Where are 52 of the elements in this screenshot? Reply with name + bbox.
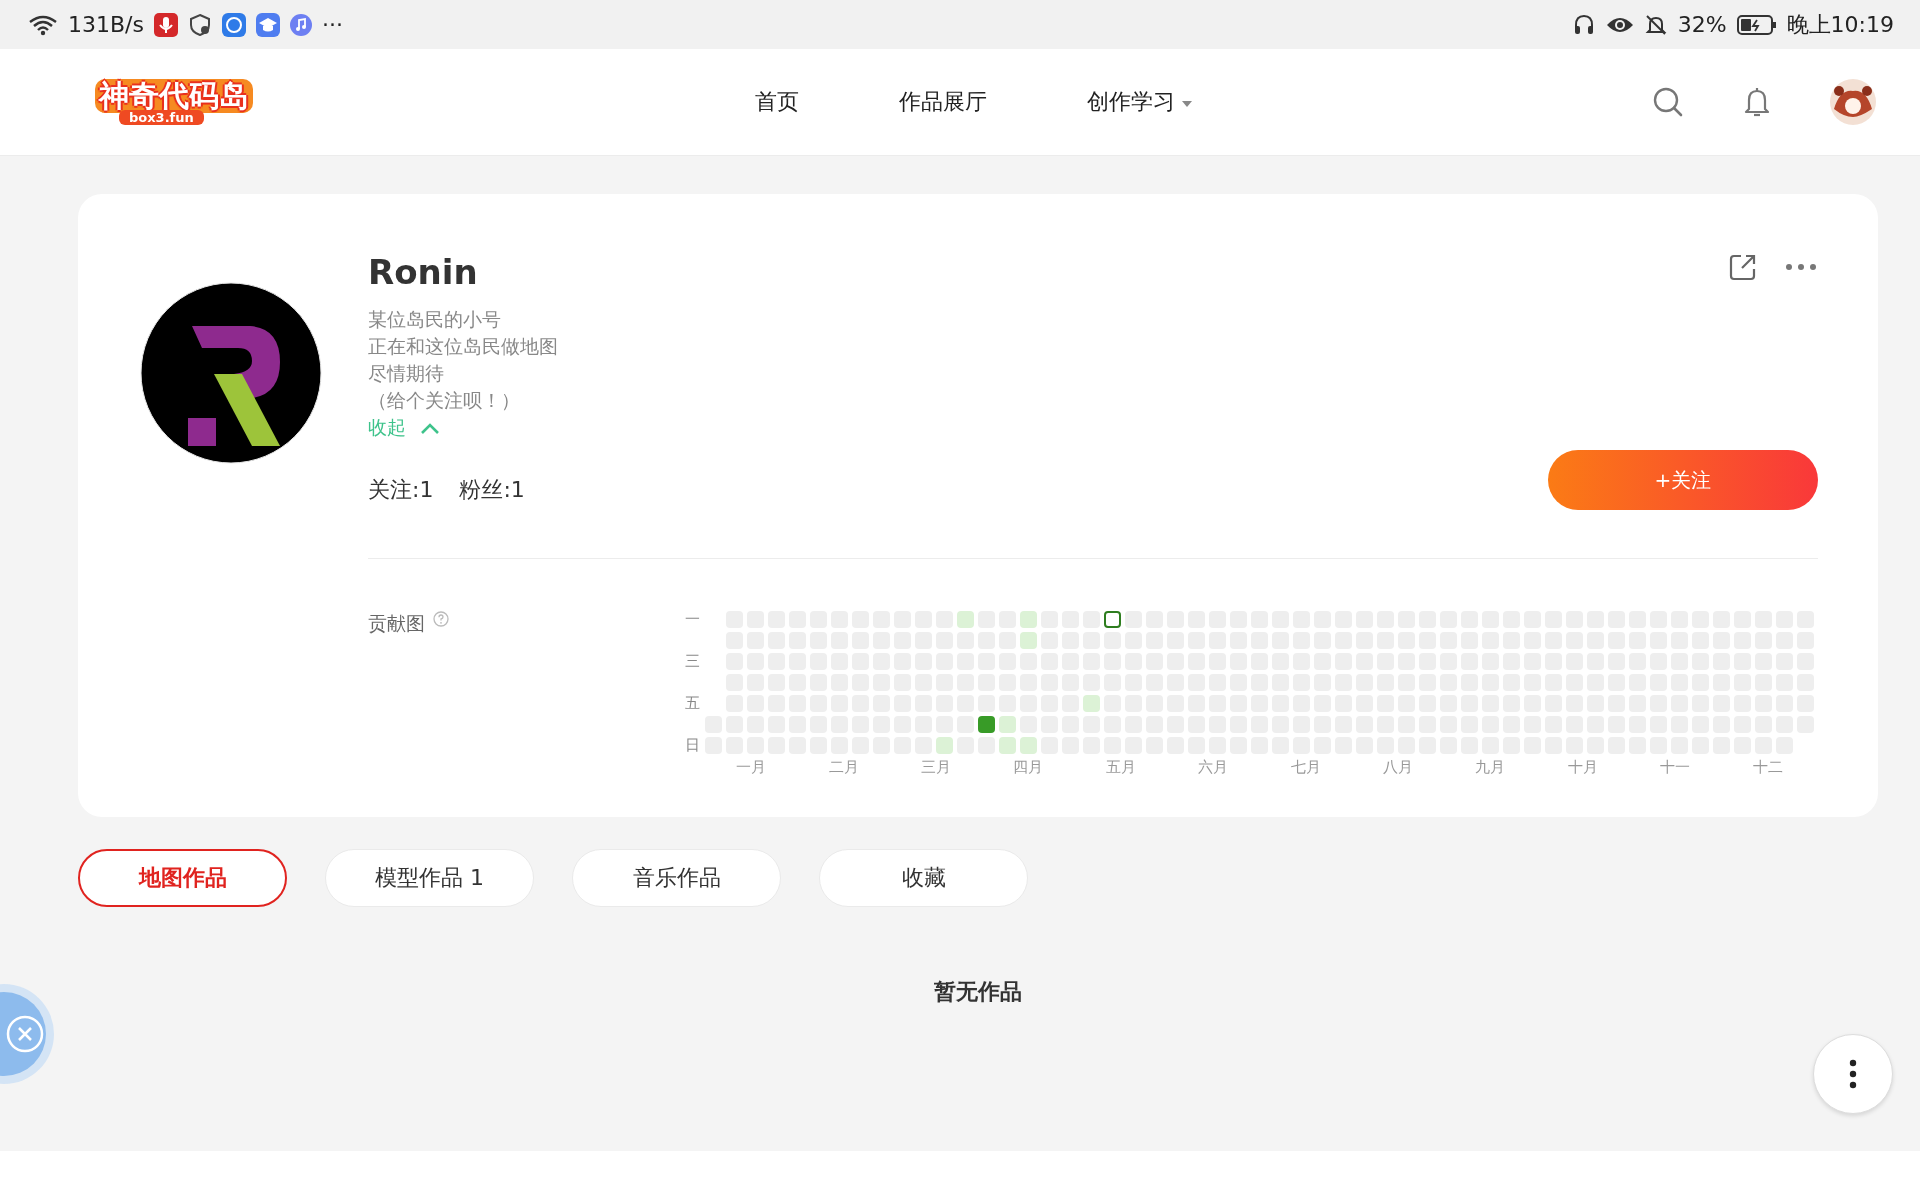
weekday-label: 五 <box>685 695 701 712</box>
caret-icon[interactable] <box>1181 100 1193 108</box>
microphone-icon <box>153 12 178 37</box>
stat-count[interactable]: 粉丝:1 <box>459 475 525 505</box>
vertical-dots-icon[interactable] <box>1849 1059 1857 1089</box>
month-label: 六月 <box>1198 758 1229 777</box>
share-icon[interactable] <box>1728 252 1758 282</box>
tab[interactable]: 收藏 <box>819 849 1028 907</box>
month-label: 五月 <box>1105 758 1136 777</box>
section-label: 贡献图 <box>368 611 425 636</box>
bio-line: 尽情期待 <box>368 361 445 386</box>
battery-icon <box>1736 13 1777 36</box>
bio-line: （给个关注呗！） <box>368 388 521 413</box>
month-label: 四月 <box>1013 758 1044 777</box>
bio-line: 某位岛民的小号 <box>368 307 502 332</box>
more-indicator: ··· <box>321 12 343 37</box>
clock-time: 晚上10:19 <box>1786 10 1894 39</box>
month-label: 九月 <box>1475 758 1506 777</box>
bio-line: 正在和这位岛民做地图 <box>368 334 559 359</box>
empty-message: 暂无作品 <box>934 978 1022 1006</box>
user-avatar[interactable] <box>1830 79 1876 125</box>
tab[interactable]: 模型作品 1 <box>325 849 534 907</box>
month-label: 八月 <box>1383 758 1414 777</box>
graduation-cap-icon <box>255 12 280 37</box>
nav-link[interactable]: 首页 <box>755 87 799 117</box>
weekday-label: 日 <box>685 737 701 754</box>
month-label: 二月 <box>828 758 859 777</box>
more-options-icon[interactable] <box>1784 262 1818 272</box>
tab[interactable]: 地图作品 <box>78 849 287 907</box>
music-note-icon <box>289 13 312 36</box>
search-icon[interactable] <box>1652 86 1684 118</box>
logo-subtitle: box3.fun <box>119 110 204 125</box>
month-label: 十二 <box>1752 758 1783 777</box>
weekday-label: 一 <box>685 611 701 628</box>
tab[interactable]: 音乐作品 <box>572 849 781 907</box>
shield-icon <box>187 12 212 37</box>
stat-count[interactable]: 关注:1 <box>368 475 434 505</box>
month-label: 十一 <box>1660 758 1691 777</box>
battery-percentage: 32% <box>1677 12 1727 37</box>
nav-link[interactable]: 创作学习 <box>1087 87 1193 117</box>
month-label: 十月 <box>1567 758 1598 777</box>
wifi-icon <box>28 13 58 36</box>
app-icon <box>221 12 246 37</box>
network-speed: 131B/s <box>68 12 144 37</box>
bell-muted-icon <box>1643 12 1668 37</box>
profile-name: Ronin <box>368 252 479 292</box>
weekday-label: 三 <box>685 653 701 670</box>
month-label: 三月 <box>921 758 951 777</box>
month-label: 一月 <box>736 758 767 777</box>
nav-link[interactable]: 作品展厅 <box>899 87 987 117</box>
month-label: 七月 <box>1290 758 1321 777</box>
notification-bell-icon[interactable] <box>1742 86 1772 118</box>
